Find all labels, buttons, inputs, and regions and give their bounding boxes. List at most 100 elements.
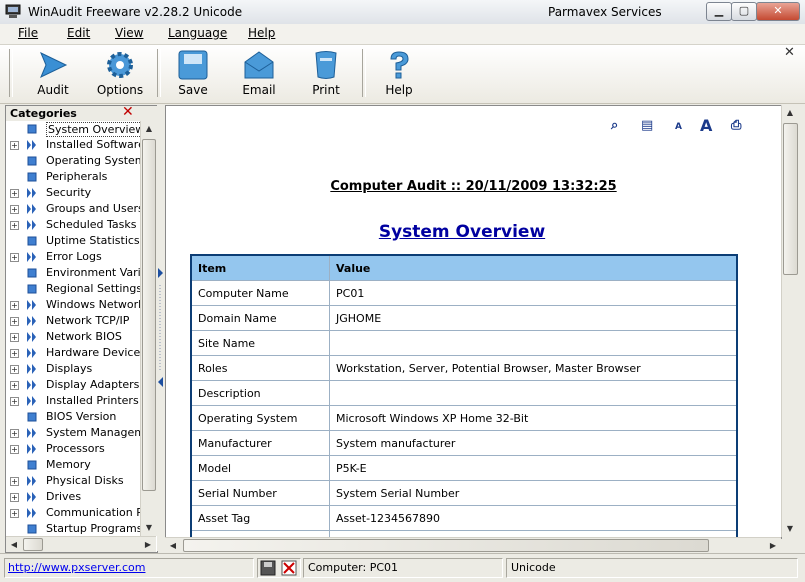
report-vertical-scrollbar[interactable]: ▲ ▼ [781,105,799,537]
table-row: Serial Number System Serial Number [190,480,738,506]
print-button[interactable]: Print [296,48,356,100]
expand-icon[interactable]: + [10,205,19,214]
panel-splitter[interactable] [157,105,165,551]
sidebar-item[interactable]: + Hardware Devices [6,345,141,361]
sidebar-item[interactable]: + Physical Disks [6,473,141,489]
expand-icon[interactable]: + [10,349,19,358]
sidebar-item[interactable]: + Error Logs [6,249,141,265]
horizontal-scroll-thumb[interactable] [23,538,43,551]
expand-icon[interactable]: + [10,381,19,390]
sidebar-item[interactable]: + Groups and Users [6,201,141,217]
menu-edit[interactable]: Edit [67,26,90,40]
cancel-status-icon[interactable] [281,560,297,576]
sidebar-item[interactable]: + Communication Por [6,505,141,521]
print-preview-icon[interactable]: ⎙ [731,118,741,133]
expand-icon[interactable]: + [10,221,19,230]
close-categories-icon[interactable]: ✕ [122,104,134,120]
expand-icon[interactable]: + [10,493,19,502]
expand-icon[interactable]: + [10,189,19,198]
report-scroll-thumb[interactable] [783,123,798,275]
categories-horizontal-scrollbar[interactable]: ◀ ▶ [6,536,156,552]
scroll-left-arrow-icon[interactable]: ◀ [165,538,181,553]
sidebar-item[interactable]: BIOS Version [6,409,141,425]
scroll-down-arrow-icon[interactable]: ▼ [782,521,798,537]
sidebar-item[interactable]: Uptime Statistics [6,233,141,249]
larger-text-icon[interactable]: A [700,116,712,135]
expand-icon[interactable]: + [10,253,19,262]
toolbar-close-icon[interactable]: ✕ [784,45,795,60]
sidebar-item[interactable]: Memory [6,457,141,473]
sidebar-item[interactable]: Environment Variab [6,265,141,281]
sidebar-item[interactable]: + Security [6,185,141,201]
categories-vertical-scrollbar[interactable]: ▲ ▼ [140,121,157,536]
table-row: Model P5K-E [190,455,738,481]
expand-icon[interactable]: + [10,509,19,518]
sidebar-item[interactable]: System Overview [6,121,141,137]
sidebar-item[interactable]: + Drives [6,489,141,505]
sidebar-item[interactable]: Startup Programs [6,521,141,536]
app-icon [5,4,21,18]
disk-icon [178,50,208,80]
sidebar-item[interactable]: + Network TCP/IP [6,313,141,329]
options-button[interactable]: Options [90,48,150,100]
scroll-up-arrow-icon[interactable]: ▲ [141,121,157,137]
website-link[interactable]: http://www.pxserver.com [8,561,145,574]
value-cell: System manufacturer [329,430,738,456]
sidebar-item[interactable]: + Displays [6,361,141,377]
section-heading[interactable]: System Overview [166,222,758,242]
sidebar-item[interactable]: Peripherals [6,169,141,185]
sidebar-item[interactable]: + Windows Network [6,297,141,313]
save-button[interactable]: Save [163,48,223,100]
expand-icon[interactable]: + [10,429,19,438]
play-arrow-icon [40,51,68,79]
help-button[interactable]: Help [369,48,429,100]
close-button[interactable]: ✕ [756,2,800,21]
scroll-right-arrow-icon[interactable]: ▶ [140,537,156,552]
sidebar-item[interactable]: + Network BIOS [6,329,141,345]
sidebar-item[interactable]: Regional Settings [6,281,141,297]
sidebar-item[interactable]: + Scheduled Tasks [6,217,141,233]
double-arrow-icon [27,428,36,438]
maximize-button[interactable]: ▢ [731,2,757,21]
audit-heading: Computer Audit :: 20/11/2009 13:32:25 [330,179,617,194]
find-icon[interactable]: ⌕ [611,118,618,133]
expand-icon[interactable]: + [10,317,19,326]
sidebar-item[interactable]: Operating System [6,153,141,169]
scroll-right-arrow-icon[interactable]: ▶ [765,538,781,553]
sidebar-item[interactable]: + Installed Printers [6,393,141,409]
email-button[interactable]: Email [229,48,289,100]
value-cell: Asset-1234567890 [329,505,738,531]
menu-view[interactable]: View [115,26,143,40]
expand-icon[interactable]: + [10,445,19,454]
expand-icon[interactable]: + [10,141,19,150]
scroll-left-arrow-icon[interactable]: ◀ [6,537,22,552]
audit-button[interactable]: Audit [23,48,83,100]
sidebar-item[interactable]: + Installed Software [6,137,141,153]
column-header-item: Item [190,254,330,281]
smaller-text-icon[interactable]: A [675,122,682,132]
minimize-button[interactable]: ▁ [706,2,732,21]
system-overview-table: Item Value Computer Name PC01 Domain Name J… [190,254,738,538]
scroll-thumb[interactable] [142,139,156,491]
save-status-icon[interactable] [260,560,276,576]
expand-icon[interactable]: + [10,301,19,310]
menu-file[interactable]: File [18,26,38,40]
report-horizontal-scroll-thumb[interactable] [183,539,709,552]
table-row: Site Name [190,330,738,356]
expand-icon[interactable]: + [10,333,19,342]
scroll-down-arrow-icon[interactable]: ▼ [141,520,157,536]
menu-language[interactable]: Language [168,26,227,40]
contents-icon[interactable]: ▤ [641,118,653,133]
toolbar-separator [157,49,161,97]
sidebar-item[interactable]: + Display Adapters [6,377,141,393]
sidebar-item[interactable]: + System Manageme [6,425,141,441]
expand-icon[interactable]: + [10,397,19,406]
expand-icon[interactable]: + [10,477,19,486]
expand-icon[interactable]: + [10,365,19,374]
report-toolbar: ⌕ ▤ A A ⎙ [611,116,756,136]
sidebar-item[interactable]: + Processors [6,441,141,457]
value-cell [329,330,738,356]
scroll-up-arrow-icon[interactable]: ▲ [782,105,798,121]
report-horizontal-scrollbar[interactable]: ◀ ▶ [165,537,781,553]
menu-help[interactable]: Help [248,26,275,40]
